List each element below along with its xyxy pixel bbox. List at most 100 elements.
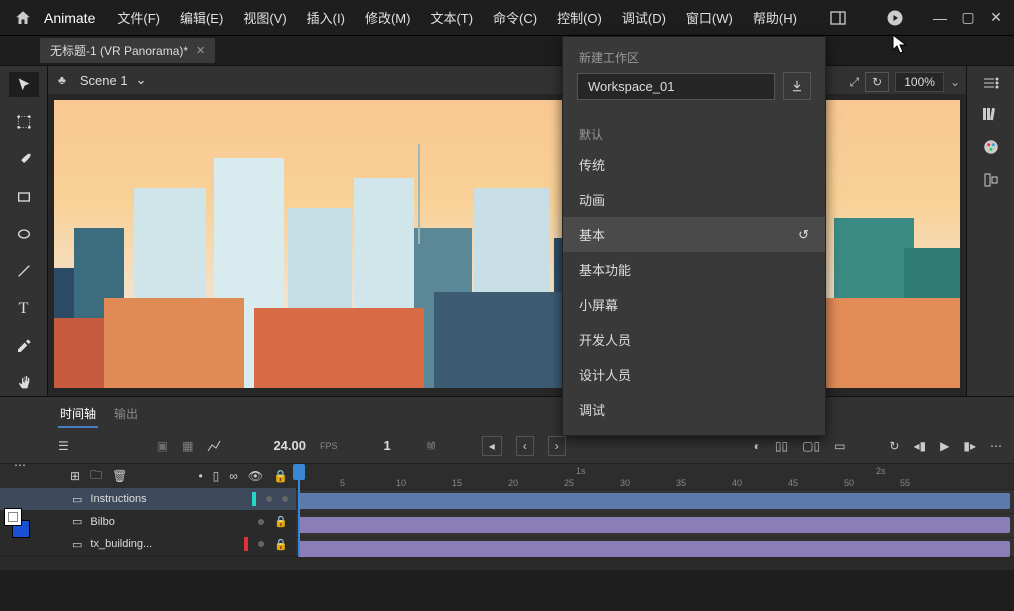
document-tab[interactable]: 无标题-1 (VR Panorama)* ✕ xyxy=(40,38,215,63)
outline-col[interactable]: ▯ xyxy=(213,469,220,483)
brush-tool[interactable] xyxy=(9,147,39,172)
menu-edit[interactable]: 编辑(E) xyxy=(170,2,233,33)
free-transform-tool[interactable] xyxy=(9,109,39,134)
track-instructions[interactable] xyxy=(296,490,1014,514)
lock-icon[interactable]: 🔒 xyxy=(274,538,288,551)
tab-timeline[interactable]: 时间轴 xyxy=(58,401,98,428)
tab-output[interactable]: 输出 xyxy=(112,401,140,428)
clapboard-icon[interactable]: ♣ xyxy=(58,73,66,87)
zoom-value[interactable]: 100% xyxy=(895,72,944,92)
fit-icon[interactable]: ⤢ xyxy=(850,75,860,90)
color-panel-icon[interactable] xyxy=(982,138,1000,156)
link-col[interactable]: ∞ xyxy=(229,469,238,483)
maximize-button[interactable]: ▢ xyxy=(956,9,980,27)
library-panel-icon[interactable] xyxy=(982,106,1000,122)
tracks-area[interactable]: 1s 2s 5 10 15 20 25 30 35 40 45 50 55 xyxy=(296,464,1014,556)
home-icon[interactable] xyxy=(12,7,34,29)
add-layer[interactable]: ⊞ xyxy=(70,469,80,483)
workspace-item-debug[interactable]: 调试 xyxy=(563,392,825,427)
hand-tool[interactable] xyxy=(9,371,39,396)
menu-insert[interactable]: 插入(I) xyxy=(297,2,355,33)
layer-row-building[interactable]: ▭ tx_building... 🔒 xyxy=(0,533,296,556)
insert-frame[interactable]: ▢▯ xyxy=(802,439,820,453)
insert-keyframe[interactable]: ◐ xyxy=(754,439,761,453)
reset-icon[interactable]: ↺ xyxy=(798,227,809,243)
insert-blank[interactable]: ▯▯ xyxy=(775,439,788,453)
scene-bar: ♣ Scene 1 ⌄ xyxy=(48,66,966,94)
loop-icon[interactable]: ↻ xyxy=(889,439,899,453)
step-icon[interactable]: ⋯ xyxy=(990,439,1002,453)
align-panel-icon[interactable] xyxy=(983,172,999,188)
select-tool[interactable] xyxy=(9,72,39,97)
play-icon[interactable] xyxy=(886,9,904,27)
remove-frame[interactable]: ▭ xyxy=(834,439,845,453)
layers-header: ⊞ 🗀 🗑 • ▯ ∞ 👁 🔒 xyxy=(0,464,296,488)
document-tabs: 无标题-1 (VR Panorama)* ✕ xyxy=(0,36,1014,66)
canvas[interactable] xyxy=(48,94,966,396)
onion-icon[interactable]: ▦ xyxy=(182,439,193,453)
workspace-default-label: 默认 xyxy=(563,116,825,147)
prev-frame[interactable]: ‹ xyxy=(516,436,534,456)
close-button[interactable]: ✕ xyxy=(984,9,1008,27)
play-button[interactable]: ▶ xyxy=(940,439,949,453)
frame-number[interactable]: 1 xyxy=(384,438,391,453)
menu-commands[interactable]: 命令(C) xyxy=(483,2,547,33)
next-frame[interactable]: › xyxy=(548,436,566,456)
workspace-item-developer[interactable]: 开发人员 xyxy=(563,322,825,357)
workspace-item-animation[interactable]: 动画 xyxy=(563,182,825,217)
menu-window[interactable]: 窗口(W) xyxy=(676,2,743,33)
menu-debug[interactable]: 调试(D) xyxy=(612,2,676,33)
menu-control[interactable]: 控制(O) xyxy=(547,2,612,33)
stroke-fill-swatches[interactable] xyxy=(4,508,30,538)
rectangle-tool[interactable] xyxy=(9,184,39,209)
timeline-ruler[interactable]: 1s 2s 5 10 15 20 25 30 35 40 45 50 55 xyxy=(296,464,1014,490)
workspace-icon[interactable] xyxy=(830,11,846,25)
tab-close-icon[interactable]: ✕ xyxy=(196,44,205,57)
workspace-save-icon[interactable] xyxy=(783,72,811,100)
workspace-item-basic[interactable]: 基本↺ xyxy=(563,217,825,252)
titlebar: Animate 文件(F) 编辑(E) 视图(V) 插入(I) 修改(M) 文本… xyxy=(0,0,1014,36)
workspace-item-classic[interactable]: 传统 xyxy=(563,147,825,182)
frame-back-start[interactable]: ◂ xyxy=(482,436,502,456)
rotate-icon[interactable]: ↻ xyxy=(865,72,889,92)
layer-type-icon: ▭ xyxy=(72,493,82,506)
delete-layer[interactable]: 🗑 xyxy=(112,469,127,483)
properties-panel-icon[interactable] xyxy=(982,76,1000,90)
track-bilbo[interactable] xyxy=(296,514,1014,538)
menu-file[interactable]: 文件(F) xyxy=(107,2,170,33)
layers-icon[interactable]: ☰ xyxy=(58,439,69,453)
workspace-item-essentials[interactable]: 基本功能 xyxy=(563,252,825,287)
lock-icon[interactable]: 🔒 xyxy=(274,515,288,528)
workspace-name-input[interactable] xyxy=(577,73,775,100)
menu-text[interactable]: 文本(T) xyxy=(420,2,483,33)
scene-select[interactable]: Scene 1 ⌄ xyxy=(80,72,147,88)
workspace-new-label: 新建工作区 xyxy=(563,37,825,72)
workspace-item-small[interactable]: 小屏幕 xyxy=(563,287,825,322)
lock-col[interactable]: 🔒 xyxy=(273,469,288,483)
new-folder[interactable]: 🗀 xyxy=(90,466,102,487)
layer-row-instructions[interactable]: ▭ Instructions xyxy=(0,488,296,511)
go-start[interactable]: ◂▮ xyxy=(913,439,926,453)
minimize-button[interactable]: — xyxy=(928,9,952,27)
camera-icon[interactable]: ▣ xyxy=(157,439,168,453)
left-toolbar: T xyxy=(0,66,48,396)
zoom-chevron[interactable]: ⌄ xyxy=(950,75,960,89)
track-building[interactable] xyxy=(296,538,1014,562)
playhead[interactable] xyxy=(298,464,300,556)
go-end[interactable]: ▮▸ xyxy=(963,439,976,453)
text-tool[interactable]: T xyxy=(9,296,39,321)
oval-tool[interactable] xyxy=(9,221,39,246)
menu-modify[interactable]: 修改(M) xyxy=(355,2,421,33)
menu-help[interactable]: 帮助(H) xyxy=(743,2,807,33)
visibility-col[interactable]: 👁 xyxy=(248,469,263,483)
workspace-item-designer[interactable]: 设计人员 xyxy=(563,357,825,392)
eyedropper-tool[interactable] xyxy=(9,333,39,358)
highlight-col[interactable]: • xyxy=(198,469,202,483)
fps-value[interactable]: 24.00 xyxy=(273,438,306,453)
ruler-1s: 1s xyxy=(576,466,586,476)
more-tools-icon[interactable]: ⋯ xyxy=(14,458,26,472)
graph-icon[interactable] xyxy=(207,439,221,453)
layer-row-bilbo[interactable]: ▭ Bilbo 🔒 xyxy=(0,511,296,534)
menu-view[interactable]: 视图(V) xyxy=(233,2,296,33)
line-tool[interactable] xyxy=(9,259,39,284)
